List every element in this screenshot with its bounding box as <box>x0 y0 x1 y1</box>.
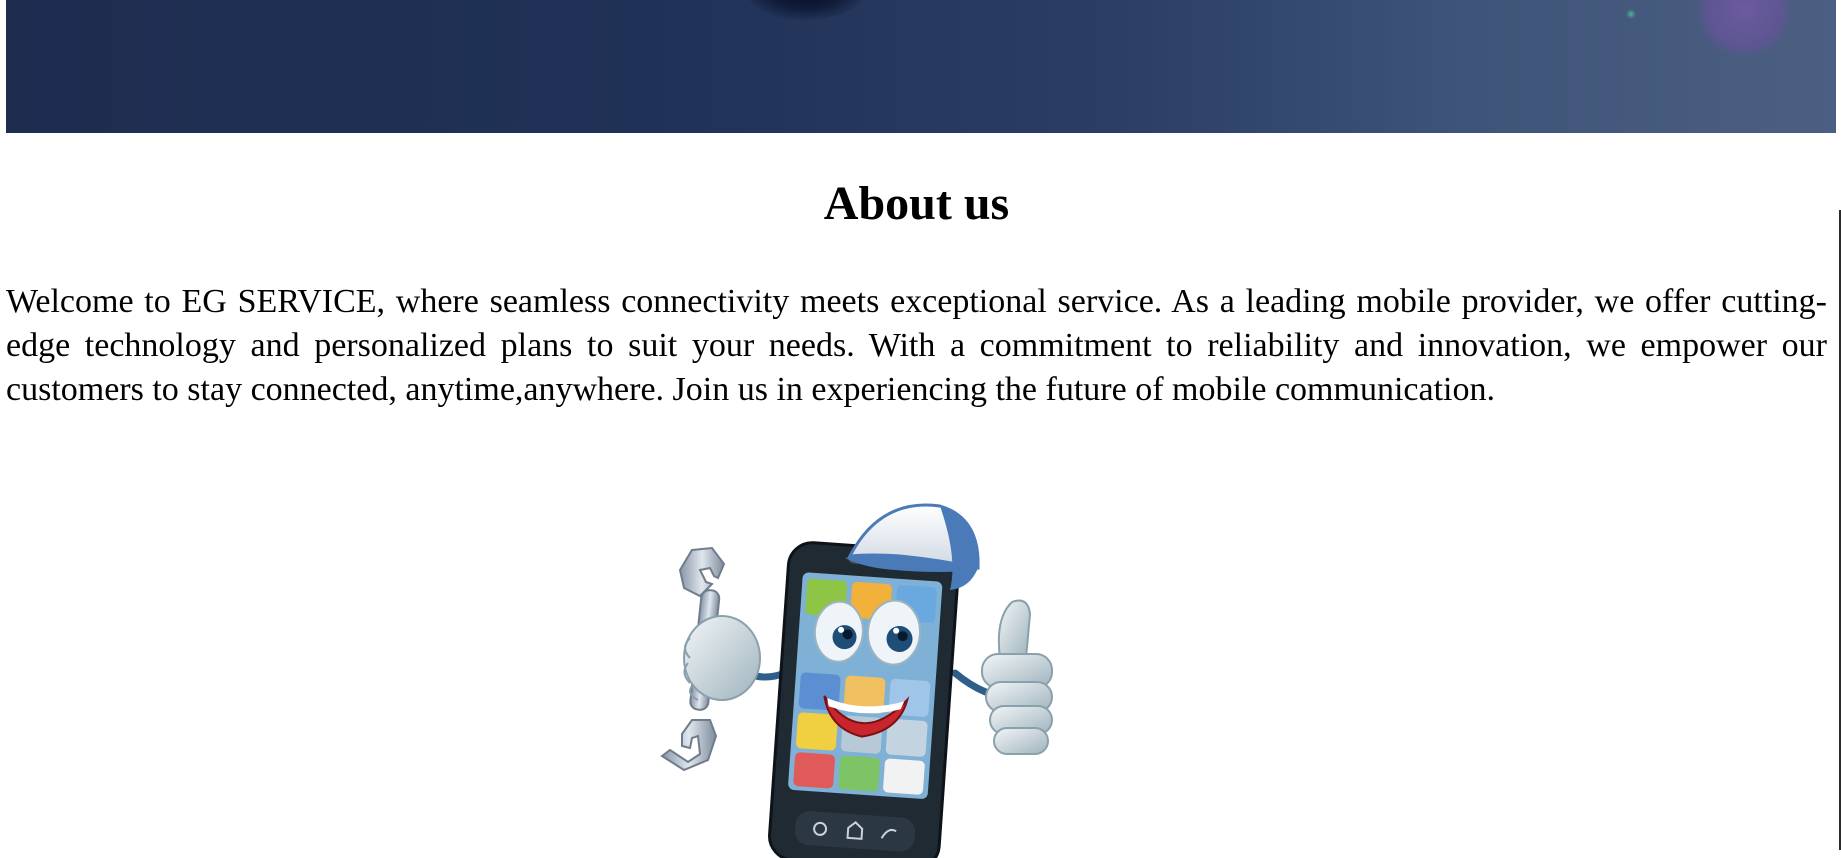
banner-green-spark <box>1626 9 1636 19</box>
thumbs-up-glove-icon <box>981 599 1053 755</box>
smartphone-icon <box>768 541 960 858</box>
page: About us Welcome to EG SERVICE, where se… <box>0 0 1841 858</box>
left-glove-icon <box>683 615 761 701</box>
banner-purple-bokeh <box>1696 0 1792 58</box>
about-us-heading: About us <box>823 177 1010 230</box>
banner-dark-glow <box>746 0 866 20</box>
phone-repair-mascot-icon <box>660 503 1053 858</box>
about-us-description: Welcome to EG SERVICE, where seamless co… <box>6 283 1827 408</box>
hero-banner-image <box>6 0 1836 133</box>
